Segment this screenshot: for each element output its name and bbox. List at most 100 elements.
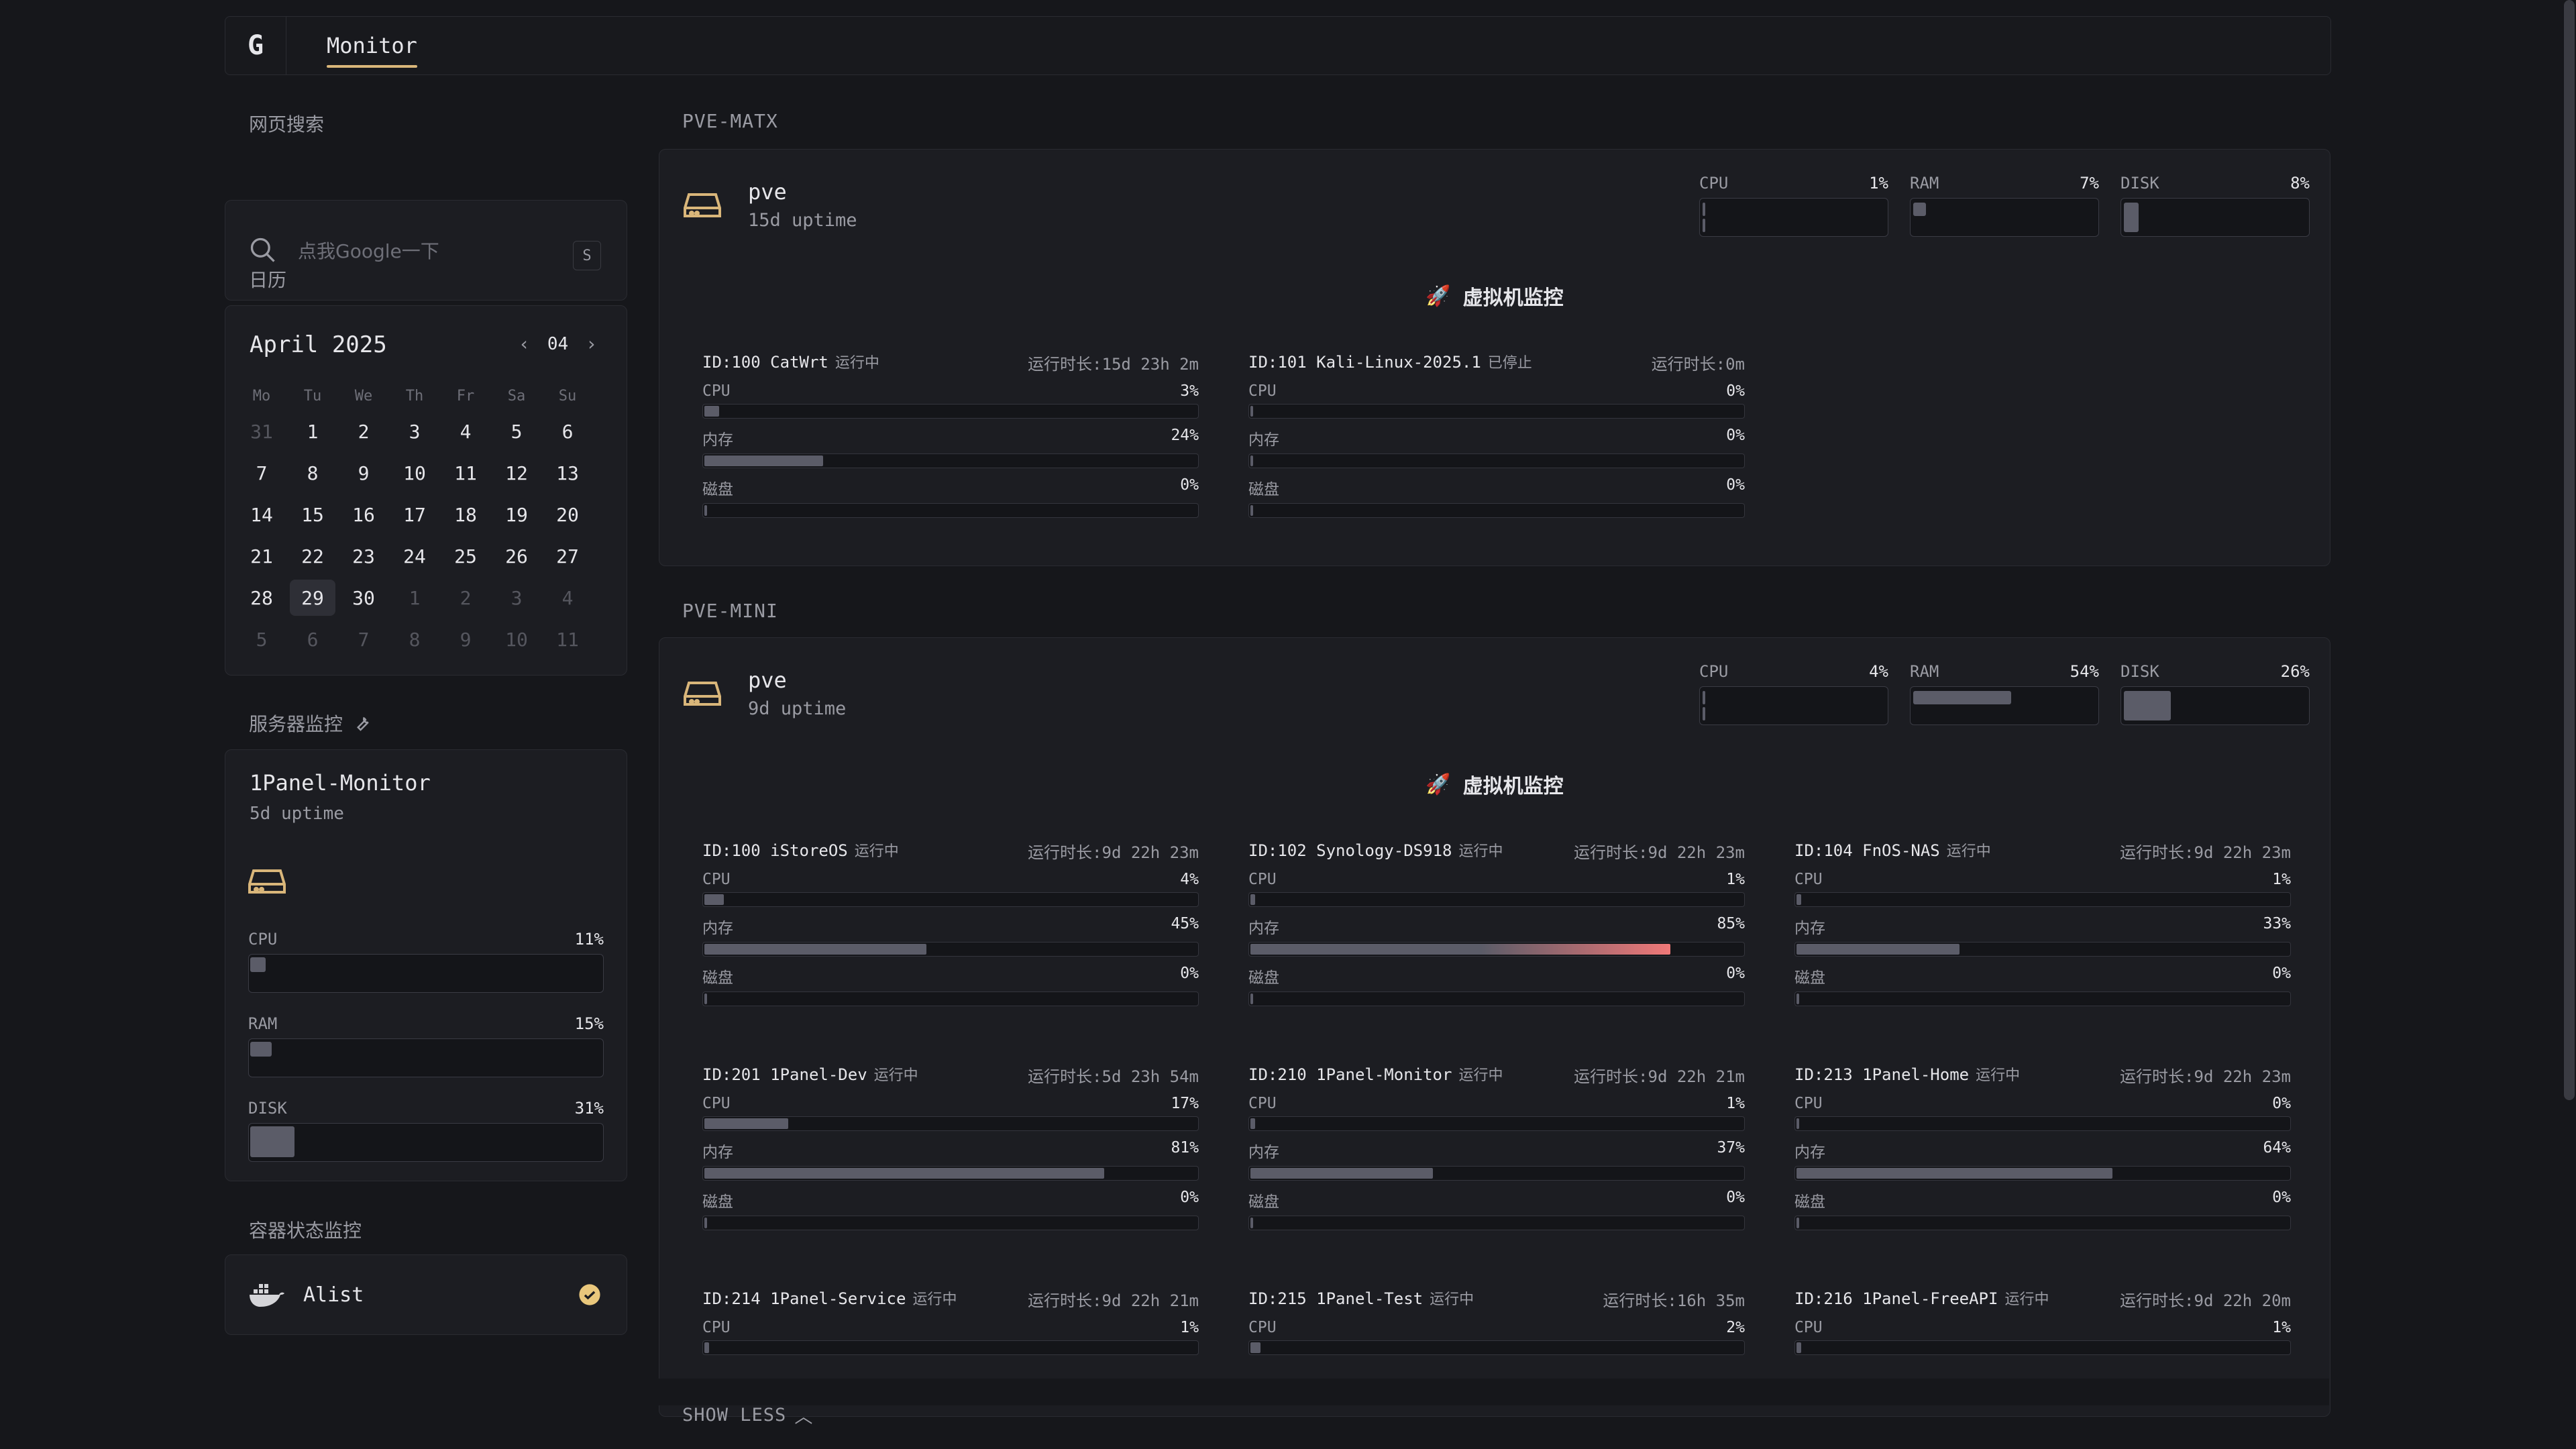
- tab-monitor[interactable]: Monitor: [327, 23, 417, 68]
- vm-runtime: 运行时长:9d 22h 20m: [2120, 1291, 2291, 1310]
- vm-card[interactable]: ID:214 1Panel-Service 运行中 运行时长:9d 22h 21m…: [702, 1287, 1199, 1355]
- vm-card[interactable]: ID:100 CatWrt 运行中 运行时长:15d 23h 2m CPU 3% 内…: [702, 351, 1199, 518]
- vm-card[interactable]: ID:100 iStoreOS 运行中 运行时长:9d 22h 23m CPU 4%…: [702, 839, 1199, 1006]
- vm-metric-value: 85: [1717, 915, 1736, 932]
- calendar-day[interactable]: 3: [491, 577, 542, 619]
- vm-metric-value: 0: [2272, 1095, 2282, 1112]
- calendar-day[interactable]: 30: [338, 577, 389, 619]
- vm-cpu-bar-fill: [704, 1118, 789, 1129]
- calendar-day[interactable]: 27: [542, 535, 593, 577]
- vm-mem-bar: [1248, 942, 1745, 957]
- host-metric-bar-fill: [2124, 691, 2171, 720]
- chevron-left-icon[interactable]: ‹: [519, 333, 530, 355]
- list-fade: [659, 1379, 2329, 1405]
- calendar-day[interactable]: 25: [440, 535, 491, 577]
- calendar-day[interactable]: 12: [491, 452, 542, 494]
- page-scrollbar[interactable]: [2564, 0, 2575, 1100]
- calendar-day[interactable]: 4: [542, 577, 593, 619]
- calendar-day[interactable]: 8: [287, 452, 338, 494]
- calendar-day[interactable]: 5: [491, 411, 542, 452]
- calendar-day[interactable]: 14: [236, 494, 287, 535]
- calendar-day[interactable]: 10: [389, 452, 440, 494]
- vm-card[interactable]: ID:102 Synology-DS918 运行中 运行时长:9d 22h 23m…: [1248, 839, 1745, 1006]
- calendar-day[interactable]: 19: [491, 494, 542, 535]
- vm-card[interactable]: ID:201 1Panel-Dev 运行中 运行时长:5d 23h 54m CPU…: [702, 1063, 1199, 1230]
- app-logo[interactable]: G: [225, 17, 286, 74]
- calendar-day[interactable]: 8: [389, 619, 440, 660]
- vm-card[interactable]: ID:210 1Panel-Monitor 运行中 运行时长:9d 22h 21m…: [1248, 1063, 1745, 1230]
- calendar-day[interactable]: 2: [338, 411, 389, 452]
- vm-card[interactable]: ID:216 1Panel-FreeAPI 运行中 运行时长:9d 22h 20m…: [1794, 1287, 2291, 1355]
- calendar-day[interactable]: 11: [440, 452, 491, 494]
- server-monitor-card[interactable]: 1Panel-Monitor 5d uptime CPU 11% RAM 15% D…: [225, 749, 627, 1181]
- calendar-day[interactable]: 3: [389, 411, 440, 452]
- calendar-day[interactable]: 22: [287, 535, 338, 577]
- calendar-day[interactable]: 16: [338, 494, 389, 535]
- calendar-day[interactable]: 13: [542, 452, 593, 494]
- calendar-day[interactable]: 9: [440, 619, 491, 660]
- vm-disk-bar-fill: [704, 994, 707, 1004]
- calendar-day[interactable]: 2: [440, 577, 491, 619]
- vm-cpu-bar-fill: [1250, 406, 1253, 417]
- calendar-day[interactable]: 1: [389, 577, 440, 619]
- wrench-icon[interactable]: [352, 713, 372, 733]
- calendar-day[interactable]: 5: [236, 619, 287, 660]
- calendar-day[interactable]: 6: [542, 411, 593, 452]
- calendar-day[interactable]: 31: [236, 411, 287, 452]
- group-title: PVE-MINI: [682, 600, 778, 622]
- calendar-day[interactable]: 15: [287, 494, 338, 535]
- calendar-day[interactable]: 6: [287, 619, 338, 660]
- calendar-day[interactable]: 9: [338, 452, 389, 494]
- container-section-title: 容器状态监控: [249, 1220, 362, 1242]
- vm-metric-value: 1: [1726, 871, 1736, 888]
- vm-cpu-row: CPU 1%: [1794, 1319, 2291, 1355]
- vm-metric-label: 磁盘: [702, 1193, 733, 1211]
- vm-name: 1Panel-Test: [1316, 1289, 1424, 1308]
- calendar-day[interactable]: 7: [338, 619, 389, 660]
- metric-unit: %: [594, 1099, 604, 1118]
- calendar-day[interactable]: 28: [236, 577, 287, 619]
- search-section-title: 网页搜索: [249, 113, 325, 136]
- vm-mem-bar-fill: [704, 944, 927, 955]
- vm-metric-value: 64: [2263, 1139, 2282, 1157]
- vm-metric-value: 45: [1171, 915, 1190, 932]
- vm-mem-bar: [702, 942, 1199, 957]
- docker-icon: [250, 1284, 284, 1307]
- vm-metric-value: 0: [1726, 427, 1736, 444]
- calendar-day[interactable]: 1: [287, 411, 338, 452]
- vm-disk-bar-fill: [1796, 994, 1799, 1004]
- calendar-day[interactable]: 10: [491, 619, 542, 660]
- chevron-right-icon[interactable]: ›: [586, 333, 597, 355]
- vm-mem-bar-fill: [1250, 944, 1670, 955]
- vm-runtime: 运行时长:9d 22h 23m: [2120, 843, 2291, 862]
- calendar-day[interactable]: 17: [389, 494, 440, 535]
- vm-mem-bar: [1248, 1166, 1745, 1181]
- vm-card[interactable]: ID:215 1Panel-Test 运行中 运行时长:16h 35m CPU 2%: [1248, 1287, 1745, 1355]
- vm-cpu-bar: [702, 404, 1199, 419]
- calendar-day[interactable]: 20: [542, 494, 593, 535]
- calendar-day[interactable]: 4: [440, 411, 491, 452]
- calendar-day-today[interactable]: 29: [290, 580, 335, 616]
- search-input[interactable]: 点我Google一下: [248, 230, 602, 270]
- server-name: 1Panel-Monitor: [250, 770, 431, 796]
- vm-cpu-bar-fill: [704, 406, 720, 417]
- calendar-day[interactable]: 18: [440, 494, 491, 535]
- vm-metric-label: CPU: [1794, 1319, 1823, 1336]
- metric-value: 31: [574, 1099, 594, 1118]
- calendar-day[interactable]: 24: [389, 535, 440, 577]
- calendar-day[interactable]: 21: [236, 535, 287, 577]
- rocket-icon: 🚀: [1426, 772, 1451, 796]
- calendar-day[interactable]: 7: [236, 452, 287, 494]
- show-less-button[interactable]: SHOW LESS ︿: [682, 1402, 813, 1428]
- container-item-alist[interactable]: Alist: [225, 1254, 627, 1335]
- vm-card[interactable]: ID:213 1Panel-Home 运行中 运行时长:9d 22h 23m CP…: [1794, 1063, 2291, 1230]
- vm-card[interactable]: ID:101 Kali-Linux-2025.1 已停止 运行时长:0m CPU 0…: [1248, 351, 1745, 518]
- vm-card[interactable]: ID:104 FnOS-NAS 运行中 运行时长:9d 22h 23m CPU 1%…: [1794, 839, 2291, 1006]
- calendar-day[interactable]: 11: [542, 619, 593, 660]
- calendar-day[interactable]: 23: [338, 535, 389, 577]
- calendar-day[interactable]: 26: [491, 535, 542, 577]
- vm-metric-value: 0: [1726, 965, 1736, 982]
- vm-name: 1Panel-Home: [1862, 1065, 1970, 1084]
- vm-name: 1Panel-FreeAPI: [1862, 1289, 1998, 1308]
- vm-section-label: 虚拟机监控: [1462, 286, 1564, 310]
